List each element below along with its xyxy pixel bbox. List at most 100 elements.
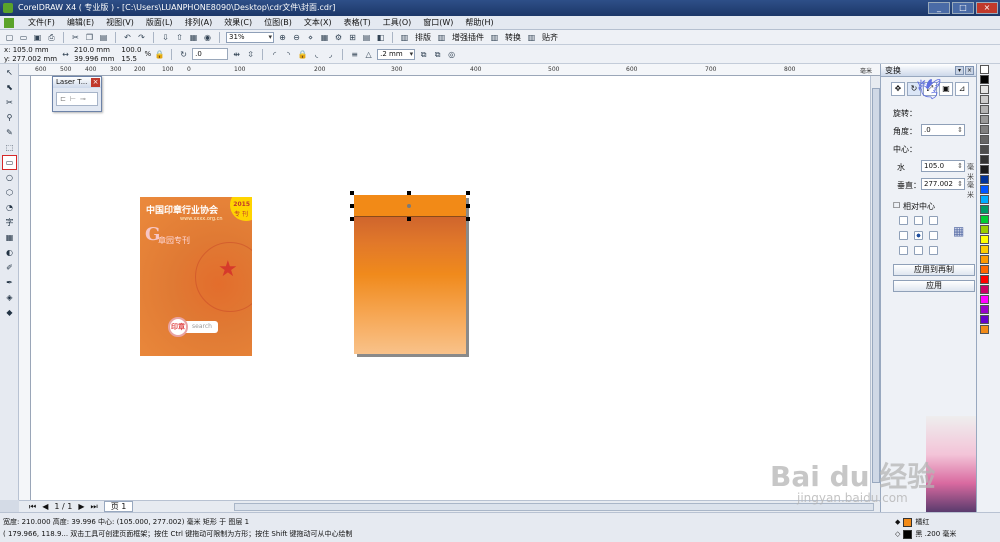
menu-table[interactable]: 表格(T) [338,16,377,30]
laser-palette-close-icon[interactable]: × [91,78,100,87]
menu-bitmaps[interactable]: 位图(B) [258,16,298,30]
corner-roundness-icon[interactable]: ◜ [269,49,280,60]
menu-edit[interactable]: 编辑(E) [61,16,100,30]
selection-handle[interactable] [350,191,354,195]
eyedropper-tool-icon[interactable]: ✐ [3,261,16,274]
palette-swatch[interactable] [980,285,989,294]
minimize-button[interactable]: _ [928,2,950,14]
horizontal-scrollbar[interactable] [234,503,874,511]
anchor-point[interactable] [929,231,938,240]
horizontal-center-input[interactable]: 105.0 [921,160,965,172]
next-page-icon[interactable]: ▶ [78,502,84,511]
options-icon[interactable]: ⚙ [333,32,344,43]
palette-swatch[interactable] [980,305,989,314]
height-field[interactable]: 39.996 mm [74,55,114,63]
front-icon[interactable]: ⧉ [418,49,429,60]
open-icon[interactable]: ▭ [18,32,29,43]
convert-to-curves-icon[interactable]: ◎ [446,49,457,60]
palette-swatch[interactable] [980,245,989,254]
palette-swatch[interactable] [980,275,989,284]
mirror-vertical-icon[interactable]: ⇳ [245,49,256,60]
snap-icon[interactable]: ⋄ [305,32,316,43]
menu-text[interactable]: 文本(X) [298,16,338,30]
menu-effects[interactable]: 效果(C) [218,16,258,30]
selection-handle[interactable] [466,191,470,195]
apply-button[interactable]: 应用 [893,280,975,292]
palette-swatch[interactable] [980,255,989,264]
skew-tab-icon[interactable]: ⊿ [955,82,969,96]
scale-x-field[interactable]: 100.0 [121,46,141,54]
palette-swatch[interactable] [980,215,989,224]
text-tool-icon[interactable]: 字 [3,216,16,229]
palette-swatch[interactable] [980,105,989,114]
menu-tools[interactable]: 工具(O) [377,16,418,30]
anchor-point[interactable] [914,216,923,225]
interactive-fill-tool-icon[interactable]: ◆ [3,306,16,319]
laser-tool-icon[interactable]: ⊢ [70,95,76,103]
position-tab-icon[interactable]: ✥ [891,82,905,96]
cut-icon[interactable]: ✂ [70,32,81,43]
palette-swatch[interactable] [980,65,989,74]
enhance-plugin-icon[interactable]: ▥ [436,32,447,43]
zoom-tool-icon[interactable]: ⚲ [3,111,16,124]
palette-swatch[interactable] [980,315,989,324]
menu-help[interactable]: 帮助(H) [459,16,499,30]
import-icon[interactable]: ⇩ [160,32,171,43]
outline-width-combo[interactable]: .2 mm [377,48,416,60]
palette-swatch[interactable] [980,85,989,94]
basic-shapes-tool-icon[interactable]: ◔ [3,201,16,214]
wrap-text-icon[interactable]: ≡ [349,49,360,60]
last-page-icon[interactable]: ⏭ [90,502,97,512]
palette-swatch[interactable] [980,155,989,164]
selection-handle[interactable] [466,204,470,208]
snap-plugin-icon[interactable]: ▥ [526,32,537,43]
vertical-scroll-thumb[interactable] [872,88,880,483]
snap-plugin[interactable]: 贴齐 [540,32,560,43]
menu-file[interactable]: 文件(F) [22,16,61,30]
export-icon[interactable]: ⇧ [174,32,185,43]
zoom-in-icon[interactable]: ⊕ [277,32,288,43]
smart-fill-tool-icon[interactable]: ⬚ [3,141,16,154]
palette-swatch[interactable] [980,325,989,334]
ellipse-tool-icon[interactable]: ○ [3,171,16,184]
print-icon[interactable]: ⎙ [46,32,57,43]
cover-artwork[interactable]: 2015 专 刊 中国印章行业协会 www.xxxx.org.cn G 章园专刊… [140,197,252,356]
vertical-center-input[interactable]: 277.002 [921,178,965,190]
palette-swatch[interactable] [980,135,989,144]
relative-center-checkbox[interactable]: ☐ [893,201,900,210]
fill-indicator[interactable]: ◆ 橘红 [895,517,929,527]
vertical-scrollbar[interactable] [870,76,880,500]
selection-handle[interactable] [350,217,354,221]
palette-swatch[interactable] [980,265,989,274]
lock-ratio-icon[interactable]: 🔒 [154,49,165,60]
palette-swatch[interactable] [980,145,989,154]
anchor-point[interactable] [929,246,938,255]
zoom-out-icon[interactable]: ⊖ [291,32,302,43]
horizontal-ruler[interactable]: 600 500 400 300 200 100 0 100 200 300 40… [19,64,880,76]
welcome-icon[interactable]: ◧ [375,32,386,43]
anchor-point[interactable] [899,216,908,225]
corner-roundness-icon[interactable]: ◞ [325,49,336,60]
mirror-horizontal-icon[interactable]: ⇹ [231,49,242,60]
palette-swatch[interactable] [980,195,989,204]
apply-to-duplicate-button[interactable]: 应用到再制 [893,264,975,276]
menu-layout[interactable]: 版面(L) [140,16,179,30]
scale-y-field[interactable]: 15.5 [121,55,141,63]
palette-swatch[interactable] [980,185,989,194]
undo-icon[interactable]: ↶ [122,32,133,43]
selection-handle[interactable] [407,217,411,221]
palette-swatch[interactable] [980,235,989,244]
laser-tools-palette[interactable]: Laser T... × ⊏ ⊢ ⊸ [52,76,102,112]
prev-page-icon[interactable]: ◀ [42,502,48,511]
angle-input[interactable]: .0 [921,124,965,136]
grid-icon[interactable]: ▦ [319,32,330,43]
anchor-point[interactable] [929,216,938,225]
palette-swatch[interactable] [980,295,989,304]
interactive-blend-tool-icon[interactable]: ◐ [3,246,16,259]
corner-lock-icon[interactable]: 🔒 [297,49,308,60]
selection-handle[interactable] [407,191,411,195]
anchor-point[interactable] [899,246,908,255]
palette-swatch[interactable] [980,95,989,104]
corel-online-icon[interactable]: ◉ [202,32,213,43]
dynamic-guides-icon[interactable]: ⊞ [347,32,358,43]
